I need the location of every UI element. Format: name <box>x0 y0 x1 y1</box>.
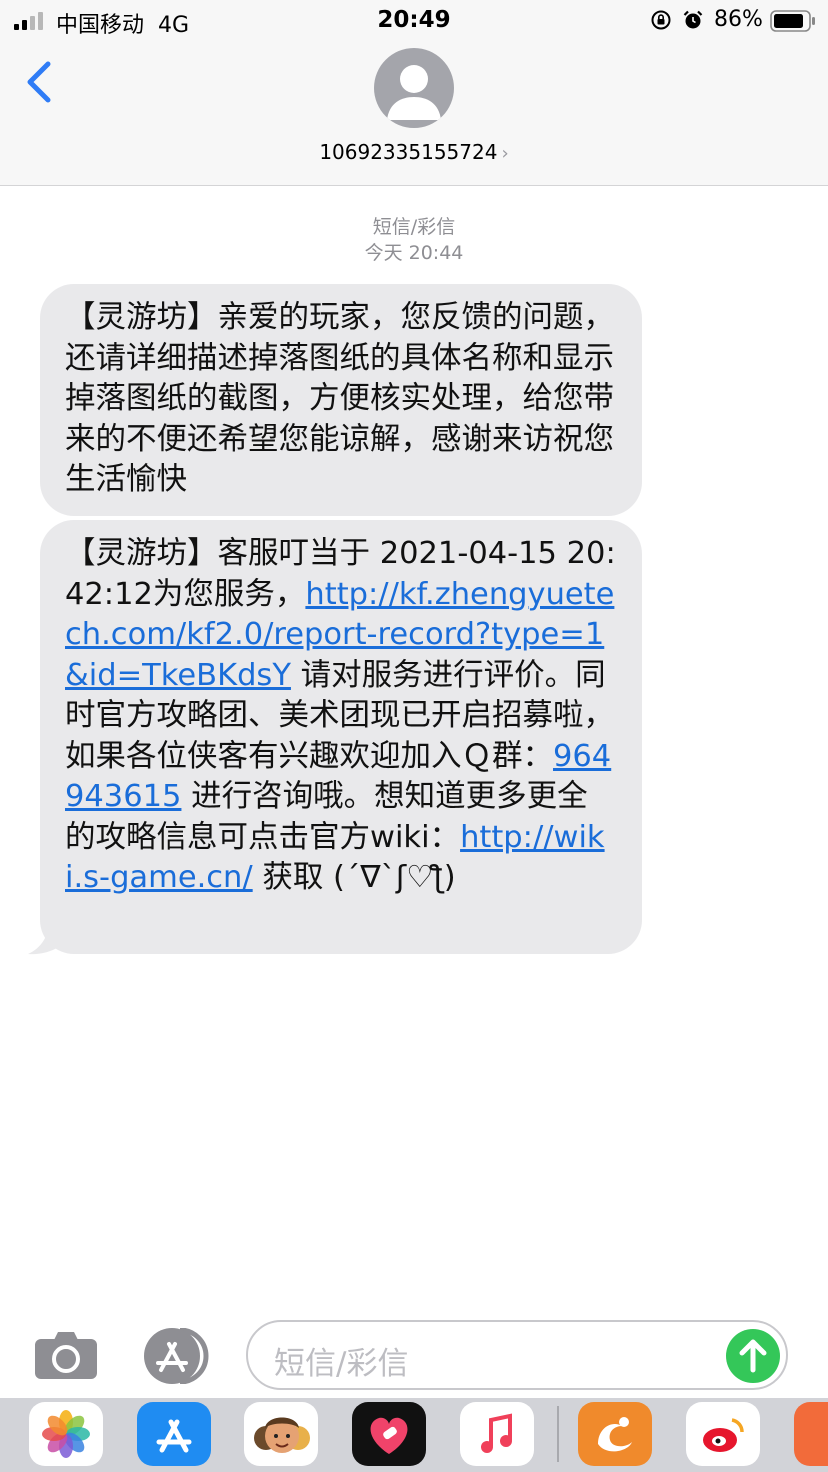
message-bubble[interactable]: 【灵游坊】客服叮当于 2021-04-15 20:42:12为您服务，http:… <box>40 520 642 954</box>
contact-avatar-icon[interactable] <box>374 48 454 128</box>
app-store-icon[interactable] <box>140 1328 212 1384</box>
contact-name-button[interactable]: 10692335155724 › <box>0 140 828 164</box>
drawer-divider <box>557 1406 559 1462</box>
alarm-icon <box>683 10 703 29</box>
input-placeholder: 短信/彩信 <box>274 1346 409 1382</box>
message-text: 【灵游坊】亲爱的玩家，您反馈的问题，还请详细描述掉落图纸的具体名称和显示掉落图纸… <box>65 300 614 497</box>
message-text: 获取 (´∇`ʃ♡ƪ) <box>252 860 456 895</box>
heart-app-icon[interactable] <box>352 1402 426 1466</box>
app-store-app-icon[interactable] <box>137 1402 211 1466</box>
conversation-header: 10692335155724 › <box>0 40 828 186</box>
app-drawer <box>0 1398 828 1472</box>
uc-browser-app-icon[interactable] <box>578 1402 652 1466</box>
status-bar: 中国移动 4G 20:49 86% <box>0 0 828 40</box>
weibo-app-icon[interactable] <box>686 1402 760 1466</box>
contact-number: 10692335155724 <box>319 140 498 164</box>
chevron-right-icon: › <box>501 143 509 164</box>
message-service-label: 短信/彩信 <box>372 216 456 238</box>
message-bubble[interactable]: 【灵游坊】亲爱的玩家，您反馈的问题，还请详细描述掉落图纸的具体名称和显示掉落图纸… <box>40 284 642 516</box>
memoji-app-icon[interactable] <box>244 1402 318 1466</box>
message-timestamp: 今天 20:44 <box>364 242 464 264</box>
send-arrow-icon[interactable] <box>726 1329 780 1383</box>
rotation-lock-icon <box>651 10 671 30</box>
battery-percent: 86% <box>714 7 763 32</box>
music-app-icon[interactable] <box>460 1402 534 1466</box>
bubble-tail <box>28 916 66 955</box>
battery-icon <box>770 10 815 32</box>
camera-icon[interactable] <box>34 1330 98 1380</box>
back-chevron-icon[interactable] <box>22 58 54 106</box>
partial-app-icon[interactable] <box>794 1402 828 1466</box>
message-input[interactable]: 短信/彩信 <box>246 1320 788 1390</box>
photos-app-icon[interactable] <box>29 1402 103 1466</box>
